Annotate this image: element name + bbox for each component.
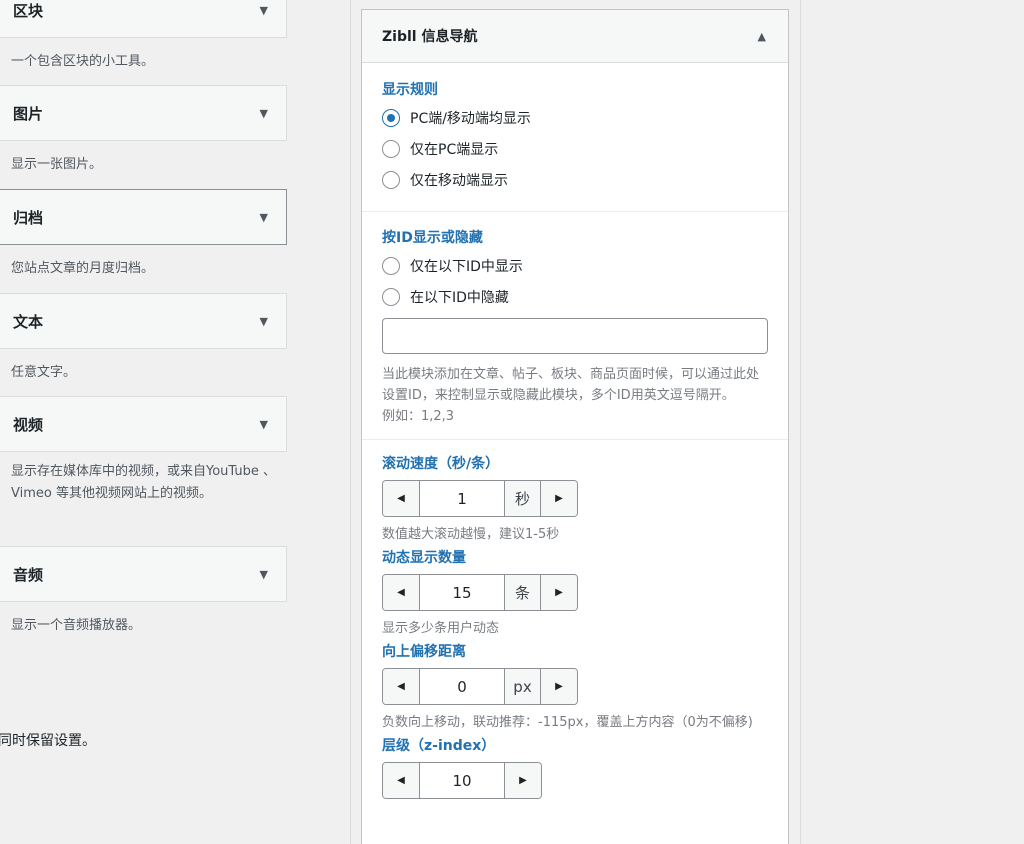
widget-header[interactable]: 区块 ▼ xyxy=(0,0,287,38)
zindex-stepper[interactable]: ◀ 10 ▶ xyxy=(382,762,542,799)
caret-left-icon[interactable]: ◀ xyxy=(383,763,420,798)
widget-header[interactable]: 归档 ▼ xyxy=(0,189,287,245)
radio-button[interactable] xyxy=(382,170,400,189)
radio-label: PC端/移动端均显示 xyxy=(410,110,531,127)
widget-header[interactable]: 图片 ▼ xyxy=(0,85,287,141)
id-rule-section: 按ID显示或隐藏 仅在以下ID中显示 在以下ID中隐藏 当此模块添加在文章、帖子… xyxy=(362,212,788,440)
widget-title: 文本 xyxy=(13,312,44,331)
caret-right-icon[interactable]: ▶ xyxy=(504,763,541,798)
zibll-info-nav-widget: Zibll 信息导航 ▲ 显示规则 PC端/移动端均显示 仅在PC端显示 仅在移… xyxy=(361,9,789,844)
radio-button[interactable] xyxy=(382,139,400,158)
empty-right-area xyxy=(802,0,1024,844)
widget-text[interactable]: 文本 ▼ 任意文字。 xyxy=(0,293,287,384)
stepper-value[interactable]: 15 xyxy=(420,575,504,610)
widget-description: 您站点文章的月度归档。 xyxy=(11,261,155,276)
widget-header[interactable]: 视频 ▼ xyxy=(0,396,287,452)
radio-button[interactable] xyxy=(382,287,400,306)
widget-header[interactable]: 音频 ▼ xyxy=(0,546,287,602)
section-title: 动态显示数量 xyxy=(382,550,466,566)
widget-header[interactable]: 文本 ▼ xyxy=(0,293,287,349)
caret-right-icon[interactable]: ▶ xyxy=(540,669,577,704)
radio-label: 仅在移动端显示 xyxy=(410,172,508,189)
scroll-speed-stepper[interactable]: ◀ 1 秒 ▶ xyxy=(382,480,578,517)
caret-down-icon[interactable]: ▼ xyxy=(260,4,268,17)
widget-archives[interactable]: 归档 ▼ 您站点文章的月度归档。 xyxy=(0,189,287,280)
stepper-unit: 条 xyxy=(504,575,540,610)
caret-down-icon[interactable]: ▼ xyxy=(260,418,268,431)
widget-title: 视频 xyxy=(13,415,44,434)
stepper-value[interactable]: 0 xyxy=(420,669,504,704)
help-text: 当此模块添加在文章、帖子、板块、商品页面时候，可以通过此处设置ID，来控制显示或… xyxy=(382,367,760,403)
section-title: 滚动速度（秒/条） xyxy=(382,456,500,472)
radio-label: 仅在PC端显示 xyxy=(410,141,499,158)
widget-title: 图片 xyxy=(13,104,44,123)
widget-image[interactable]: 图片 ▼ 显示一张图片。 xyxy=(0,85,287,176)
widget-description: 显示一张图片。 xyxy=(11,157,103,172)
radio-option[interactable]: 仅在移动端显示 xyxy=(382,164,768,195)
example-text: 例如：1,2,3 xyxy=(382,409,455,424)
help-text: 显示多少条用户动态 xyxy=(382,621,500,636)
widget-description: 一个包含区块的小工具。 xyxy=(11,54,155,69)
numeric-settings-section: 滚动速度（秒/条） ◀ 1 秒 ▶ 数值越大滚动越慢，建议1-5秒 动态显示数量… xyxy=(362,440,788,799)
section-title: 向上偏移距离 xyxy=(382,644,466,660)
widget-title: 归档 xyxy=(13,208,44,227)
radio-button-checked[interactable] xyxy=(382,108,400,127)
help-text: 数值越大滚动越慢，建议1-5秒 xyxy=(382,527,560,542)
widget-description: 任意文字。 xyxy=(11,365,77,380)
caret-left-icon[interactable]: ◀ xyxy=(383,575,420,610)
stepper-unit: 秒 xyxy=(504,481,540,516)
caret-right-icon[interactable]: ▶ xyxy=(540,575,577,610)
caret-left-icon[interactable]: ◀ xyxy=(383,481,420,516)
stepper-unit: px xyxy=(504,669,540,704)
section-title: 按ID显示或隐藏 xyxy=(382,230,483,246)
footer-note: 同时保留设置。 xyxy=(0,733,96,749)
widget-audio[interactable]: 音频 ▼ 显示一个音频播放器。 xyxy=(0,546,287,637)
caret-down-icon[interactable]: ▼ xyxy=(260,315,268,328)
panel-title: Zibll 信息导航 xyxy=(382,29,478,45)
caret-down-icon[interactable]: ▼ xyxy=(260,211,268,224)
caret-left-icon[interactable]: ◀ xyxy=(383,669,420,704)
display-rule-section: 显示规则 PC端/移动端均显示 仅在PC端显示 仅在移动端显示 xyxy=(362,63,788,212)
radio-option[interactable]: 仅在以下ID中显示 xyxy=(382,250,768,281)
caret-up-icon[interactable]: ▲ xyxy=(758,30,766,43)
widget-video[interactable]: 视频 ▼ 显示存在媒体库中的视频，或来自YouTube 、 Vimeo 等其他视… xyxy=(0,396,287,505)
radio-button[interactable] xyxy=(382,256,400,275)
radio-label: 仅在以下ID中显示 xyxy=(410,258,523,275)
widget-description: 显示存在媒体库中的视频，或来自YouTube 、 Vimeo 等其他视频网站上的… xyxy=(11,464,276,501)
widget-panel-header[interactable]: Zibll 信息导航 ▲ xyxy=(362,10,788,63)
count-stepper[interactable]: ◀ 15 条 ▶ xyxy=(382,574,578,611)
stepper-value[interactable]: 1 xyxy=(420,481,504,516)
section-title: 层级（z-index） xyxy=(382,738,496,754)
widget-description: 显示一个音频播放器。 xyxy=(11,618,142,633)
stepper-value[interactable]: 10 xyxy=(420,763,504,798)
widget-title: 音频 xyxy=(13,565,44,584)
caret-right-icon[interactable]: ▶ xyxy=(540,481,577,516)
radio-option[interactable]: 在以下ID中隐藏 xyxy=(382,281,768,312)
radio-option[interactable]: 仅在PC端显示 xyxy=(382,133,768,164)
radio-option[interactable]: PC端/移动端均显示 xyxy=(382,102,768,133)
id-list-input[interactable] xyxy=(382,318,768,354)
help-text: 负数向上移动，联动推荐：-115px，覆盖上方内容（0为不偏移) xyxy=(382,715,753,730)
widget-title: 区块 xyxy=(13,1,44,20)
caret-down-icon[interactable]: ▼ xyxy=(260,568,268,581)
offset-stepper[interactable]: ◀ 0 px ▶ xyxy=(382,668,578,705)
widget-block[interactable]: 区块 ▼ 一个包含区块的小工具。 xyxy=(0,0,287,73)
caret-down-icon[interactable]: ▼ xyxy=(260,107,268,120)
section-title: 显示规则 xyxy=(382,82,438,98)
radio-label: 在以下ID中隐藏 xyxy=(410,289,509,306)
